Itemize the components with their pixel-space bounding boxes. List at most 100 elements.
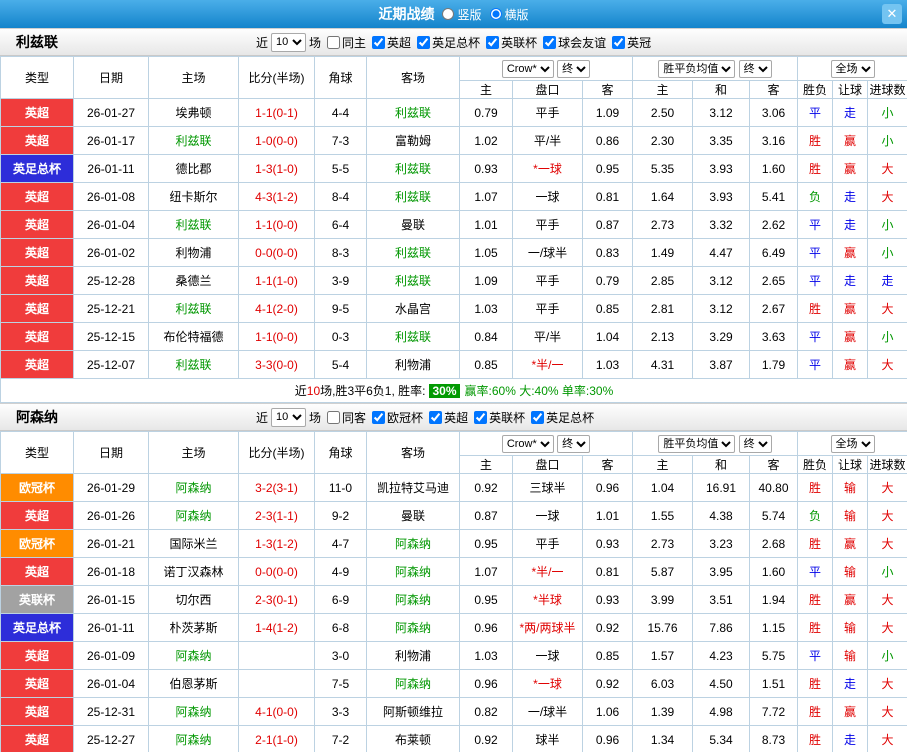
result-handicap: 赢 bbox=[833, 295, 868, 323]
home-team: 纽卡斯尔 bbox=[149, 183, 239, 211]
result-handicap: 走 bbox=[833, 670, 868, 698]
away-team: 利兹联 bbox=[367, 99, 460, 127]
corner-score: 9-2 bbox=[315, 502, 367, 530]
competition-filter[interactable]: 英超 bbox=[429, 409, 468, 426]
same-venue-checkbox[interactable] bbox=[327, 36, 340, 49]
competition-checkbox[interactable] bbox=[531, 411, 544, 424]
competition-checkbox[interactable] bbox=[372, 36, 385, 49]
odds-away: 1.04 bbox=[583, 323, 633, 351]
avg-stage-select[interactable]: 终 bbox=[739, 60, 772, 78]
page-title: 近期战绩 bbox=[378, 4, 434, 24]
result-goals: 大 bbox=[868, 586, 907, 614]
match-date: 26-01-08 bbox=[74, 183, 149, 211]
home-team: 阿森纳 bbox=[149, 642, 239, 670]
competition-filter[interactable]: 英足总杯 bbox=[531, 409, 594, 426]
avg-away: 2.65 bbox=[750, 267, 798, 295]
close-icon[interactable]: ✕ bbox=[882, 4, 902, 24]
home-team: 阿森纳 bbox=[149, 502, 239, 530]
competition-badge: 英超 bbox=[1, 239, 74, 267]
odds-stage-select[interactable]: 终 bbox=[557, 60, 590, 78]
scope-select[interactable]: 全场 bbox=[831, 60, 875, 78]
scope-select[interactable]: 全场 bbox=[831, 435, 875, 453]
home-team: 利物浦 bbox=[149, 239, 239, 267]
competition-filter[interactable]: 英足总杯 bbox=[417, 34, 480, 51]
competition-checkbox[interactable] bbox=[417, 36, 430, 49]
odds-away: 1.01 bbox=[583, 502, 633, 530]
odds-away: 0.83 bbox=[583, 239, 633, 267]
odds-away: 0.93 bbox=[583, 586, 633, 614]
odds-company-select[interactable]: Crow* bbox=[502, 435, 554, 453]
result-goals: 小 bbox=[868, 239, 907, 267]
vertical-radio[interactable] bbox=[442, 8, 454, 20]
avg-draw: 4.98 bbox=[693, 698, 750, 726]
result-outcome: 平 bbox=[798, 239, 833, 267]
same-venue-checkbox[interactable] bbox=[327, 411, 340, 424]
odds-group-header: Crow* 终 bbox=[460, 432, 633, 456]
competition-filter[interactable]: 球会友谊 bbox=[543, 34, 606, 51]
competition-checkbox[interactable] bbox=[543, 36, 556, 49]
match-count-select[interactable]: 10 bbox=[271, 33, 306, 52]
competition-filter[interactable]: 英超 bbox=[372, 34, 411, 51]
competition-badge: 欧冠杯 bbox=[1, 474, 74, 502]
competition-badge: 英超 bbox=[1, 323, 74, 351]
odds-group-header: Crow* 终 bbox=[460, 57, 633, 81]
avg-away: 1.94 bbox=[750, 586, 798, 614]
result-outcome: 胜 bbox=[798, 530, 833, 558]
odds-home: 0.85 bbox=[460, 351, 513, 379]
avg-draw: 3.35 bbox=[693, 127, 750, 155]
away-team: 水晶宫 bbox=[367, 295, 460, 323]
competition-filter[interactable]: 英联杯 bbox=[474, 409, 525, 426]
col-header-result-goals: 进球数 bbox=[868, 456, 907, 474]
odds-home: 1.02 bbox=[460, 127, 513, 155]
competition-checkbox[interactable] bbox=[429, 411, 442, 424]
away-team: 利物浦 bbox=[367, 351, 460, 379]
competition-checkbox[interactable] bbox=[372, 411, 385, 424]
competition-badge: 英超 bbox=[1, 127, 74, 155]
match-row: 英超26-01-02利物浦0-0(0-0)8-3利兹联1.05一/球半0.831… bbox=[1, 239, 907, 267]
result-goals: 大 bbox=[868, 698, 907, 726]
summary-pre: 近 bbox=[295, 384, 307, 398]
col-header-score: 比分(半场) bbox=[239, 432, 315, 474]
away-team: 利兹联 bbox=[367, 323, 460, 351]
corner-score: 6-8 bbox=[315, 614, 367, 642]
col-header-result-wdl: 胜负 bbox=[798, 456, 833, 474]
competition-checkbox[interactable] bbox=[486, 36, 499, 49]
layout-option-vertical[interactable]: 竖版 bbox=[442, 6, 481, 23]
competition-label: 球会友谊 bbox=[558, 34, 606, 51]
competition-label: 英足总杯 bbox=[432, 34, 480, 51]
competition-checkbox[interactable] bbox=[612, 36, 625, 49]
match-date: 26-01-17 bbox=[74, 127, 149, 155]
same-venue-filter[interactable]: 同主 bbox=[327, 34, 366, 51]
same-venue-label: 同主 bbox=[342, 34, 366, 51]
match-date: 26-01-18 bbox=[74, 558, 149, 586]
match-row: 英超25-12-15布伦特福德1-1(0-0)0-3利兹联0.84平/半1.04… bbox=[1, 323, 907, 351]
competition-label: 英联杯 bbox=[489, 409, 525, 426]
col-header-odds-away: 客 bbox=[583, 81, 633, 99]
horizontal-radio[interactable] bbox=[490, 8, 502, 20]
avg-stage-select[interactable]: 终 bbox=[739, 435, 772, 453]
corner-score: 7-5 bbox=[315, 670, 367, 698]
competition-checkbox[interactable] bbox=[474, 411, 487, 424]
competition-filter[interactable]: 欧冠杯 bbox=[372, 409, 423, 426]
avg-away: 1.15 bbox=[750, 614, 798, 642]
competition-filter[interactable]: 英冠 bbox=[612, 34, 651, 51]
odds-stage-select[interactable]: 终 bbox=[557, 435, 590, 453]
avg-odds-select[interactable]: 胜平负均值 bbox=[658, 60, 735, 78]
layout-option-horizontal[interactable]: 横版 bbox=[490, 6, 529, 23]
result-goals: 小 bbox=[868, 558, 907, 586]
avg-away: 40.80 bbox=[750, 474, 798, 502]
avg-away: 2.68 bbox=[750, 530, 798, 558]
avg-home: 4.31 bbox=[633, 351, 693, 379]
col-header-date: 日期 bbox=[74, 57, 149, 99]
handicap-line: *一球 bbox=[513, 155, 583, 183]
corner-score: 7-3 bbox=[315, 127, 367, 155]
odds-away: 0.85 bbox=[583, 642, 633, 670]
competition-filter[interactable]: 英联杯 bbox=[486, 34, 537, 51]
match-score: 1-3(1-0) bbox=[239, 155, 315, 183]
same-venue-filter[interactable]: 同客 bbox=[327, 409, 366, 426]
odds-company-select[interactable]: Crow* bbox=[502, 60, 554, 78]
odds-home: 1.01 bbox=[460, 211, 513, 239]
match-count-select[interactable]: 10 bbox=[271, 408, 306, 427]
match-date: 25-12-31 bbox=[74, 698, 149, 726]
avg-odds-select[interactable]: 胜平负均值 bbox=[658, 435, 735, 453]
